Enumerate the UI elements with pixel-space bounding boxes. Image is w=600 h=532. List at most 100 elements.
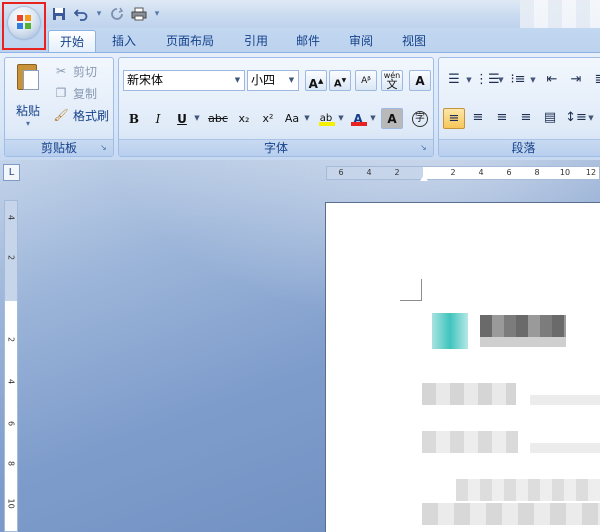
- character-border-button[interactable]: A: [409, 70, 431, 91]
- vruler-label: 2: [6, 336, 16, 343]
- enclose-characters-label: 字: [412, 111, 428, 127]
- vertical-ruler[interactable]: 4 2 2 4 6 8 10: [4, 200, 18, 532]
- clipboard-group-label: 剪贴板: [5, 139, 113, 156]
- decrease-indent-icon[interactable]: ⇤: [541, 70, 563, 91]
- paste-dropdown-icon[interactable]: ▾: [11, 119, 45, 128]
- office-button[interactable]: [2, 2, 46, 50]
- ruler-label: 4: [366, 168, 372, 177]
- blurred-text-line: [422, 503, 600, 525]
- multilevel-list-icon[interactable]: ⁝≡: [507, 70, 529, 91]
- character-shading-button[interactable]: A: [381, 108, 403, 129]
- bold-button[interactable]: B: [123, 108, 145, 129]
- save-icon[interactable]: [50, 5, 68, 23]
- blurred-text-line: [530, 395, 600, 405]
- redo-icon[interactable]: [108, 5, 126, 23]
- font-group: 新宋体 ▼ 小四 ▼ A▲ A▼ Aᵝ wén 文 A B I U ▼ abc …: [118, 57, 434, 157]
- cut-button[interactable]: ✂ 剪切: [53, 62, 97, 80]
- distributed-icon[interactable]: ▤: [539, 108, 561, 129]
- tab-home[interactable]: 开始: [48, 30, 96, 52]
- bullets-dropdown-icon[interactable]: ▼: [465, 70, 473, 91]
- font-color-button[interactable]: A: [347, 108, 369, 129]
- italic-button[interactable]: I: [147, 108, 169, 129]
- tab-references[interactable]: 引用: [236, 30, 276, 52]
- align-center-icon[interactable]: ≡: [467, 108, 489, 129]
- title-text-blurred: [520, 0, 600, 28]
- font-launcher-icon[interactable]: ↘: [420, 143, 430, 153]
- ruler-label: 2: [394, 168, 400, 177]
- highlight-button[interactable]: ab: [315, 108, 337, 129]
- superscript-button[interactable]: x²: [257, 108, 279, 129]
- underline-dropdown-icon[interactable]: ▼: [193, 108, 201, 129]
- subscript-button[interactable]: x₂: [233, 108, 255, 129]
- font-size-value: 小四: [251, 73, 276, 87]
- bullets-icon[interactable]: ☰: [443, 70, 465, 91]
- pinyin-char: 文: [386, 78, 398, 91]
- change-case-dropdown-icon[interactable]: ▼: [303, 108, 311, 129]
- font-family-value: 新宋体: [127, 73, 164, 87]
- chinese-layout-icon[interactable]: ≣: [589, 70, 600, 91]
- ruler-label: 10: [559, 168, 571, 177]
- grow-font-label: A: [308, 77, 318, 91]
- scissors-icon: ✂: [55, 64, 67, 78]
- vruler-label: 2: [6, 254, 16, 261]
- highlight-dropdown-icon[interactable]: ▼: [337, 108, 345, 129]
- vruler-label: 4: [6, 214, 16, 221]
- enclose-characters-button[interactable]: 字: [409, 108, 431, 129]
- ruler-label: 8: [534, 168, 540, 177]
- cut-label: 剪切: [73, 64, 98, 79]
- quick-access-toolbar: ▾ ▾: [50, 4, 162, 24]
- tab-stop-selector[interactable]: L: [3, 164, 20, 181]
- left-indent-marker[interactable]: [420, 175, 428, 181]
- font-family-dropdown-icon[interactable]: ▼: [231, 71, 244, 90]
- font-size-combo[interactable]: 小四 ▼: [247, 70, 299, 91]
- document-page[interactable]: [325, 202, 600, 532]
- vruler-label: 8: [6, 460, 16, 467]
- font-color-dropdown-icon[interactable]: ▼: [369, 108, 377, 129]
- align-right-icon[interactable]: ≡: [491, 108, 513, 129]
- increase-indent-icon[interactable]: ⇥: [565, 70, 587, 91]
- numbering-icon[interactable]: ⋮☰: [475, 70, 500, 91]
- character-border-label: A: [415, 74, 425, 88]
- ribbon: 粘贴 ▾ ✂ 剪切 ❐ 复制 🖌 格式刷 剪贴板 ↘ 新宋体 ▼ 小四 ▼ A▲…: [0, 52, 600, 160]
- change-case-button[interactable]: Aa: [281, 108, 303, 129]
- clipboard-launcher-icon[interactable]: ↘: [100, 143, 110, 153]
- tab-view[interactable]: 视图: [394, 30, 434, 52]
- font-color-swatch: [351, 122, 367, 126]
- grow-font-button[interactable]: A▲: [305, 70, 327, 91]
- tab-page-layout[interactable]: 页面布局: [158, 30, 222, 52]
- office-logo-icon: [17, 15, 31, 29]
- brush-icon: 🖌: [53, 108, 69, 122]
- multilevel-dropdown-icon[interactable]: ▼: [529, 70, 537, 91]
- blurred-text-line: [456, 479, 600, 501]
- align-left-icon[interactable]: ≡: [443, 108, 465, 129]
- highlight-color-swatch: [319, 122, 335, 126]
- font-family-combo[interactable]: 新宋体 ▼: [123, 70, 245, 91]
- horizontal-ruler[interactable]: 6 4 2 2 4 6 8 10 12: [326, 166, 600, 181]
- numbering-dropdown-icon[interactable]: ▼: [497, 70, 505, 91]
- blurred-text-line: [530, 443, 600, 453]
- vruler-label: 4: [6, 378, 16, 385]
- format-painter-button[interactable]: 🖌 格式刷: [53, 106, 109, 124]
- line-spacing-dropdown-icon[interactable]: ▼: [587, 108, 595, 129]
- copy-button[interactable]: ❐ 复制: [53, 84, 97, 102]
- line-spacing-icon[interactable]: ↕≡: [565, 108, 587, 129]
- shrink-font-button[interactable]: A▼: [329, 70, 351, 91]
- undo-icon[interactable]: [72, 5, 90, 23]
- ruler-label: 6: [506, 168, 512, 177]
- tab-review[interactable]: 审阅: [341, 30, 381, 52]
- underline-button[interactable]: U: [171, 108, 193, 129]
- ruler-label: 6: [338, 168, 344, 177]
- strikethrough-button[interactable]: abc: [205, 108, 231, 129]
- customize-qat-icon[interactable]: ▾: [152, 9, 162, 19]
- print-icon[interactable]: [130, 5, 148, 23]
- undo-dropdown-icon[interactable]: ▾: [94, 9, 104, 19]
- blurred-text-line: [422, 383, 516, 405]
- paste-icon: [15, 62, 41, 92]
- tab-mailings[interactable]: 邮件: [288, 30, 328, 52]
- tab-insert[interactable]: 插入: [104, 30, 144, 52]
- phonetic-guide-button[interactable]: wén 文: [381, 70, 403, 91]
- justify-icon[interactable]: ≡: [515, 108, 537, 129]
- font-size-dropdown-icon[interactable]: ▼: [285, 71, 298, 90]
- paste-button[interactable]: 粘贴 ▾: [11, 62, 45, 132]
- clear-format-button[interactable]: Aᵝ: [355, 70, 377, 91]
